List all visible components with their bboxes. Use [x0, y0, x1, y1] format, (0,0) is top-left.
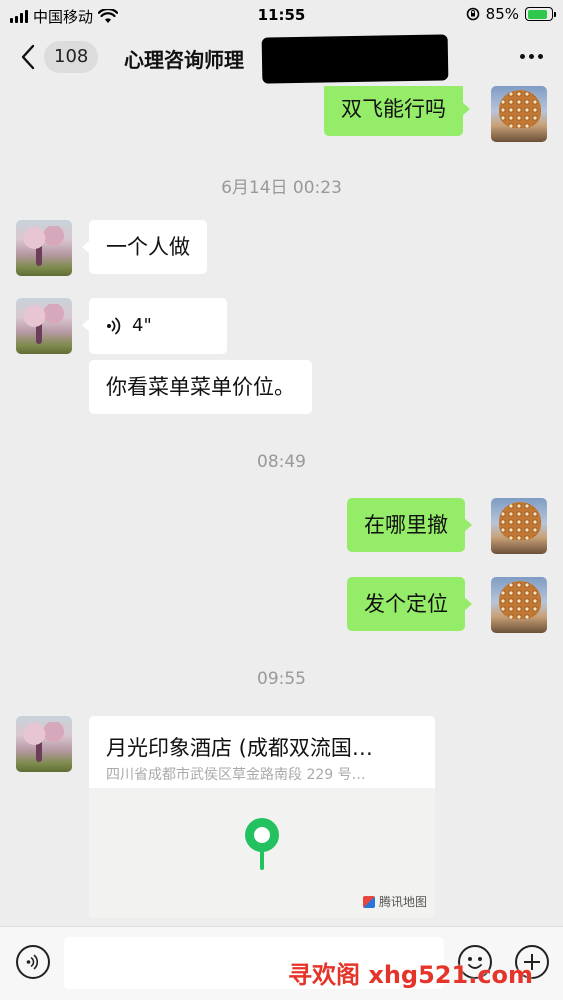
my-avatar[interactable] — [491, 86, 547, 142]
unread-count-badge[interactable]: 108 — [44, 41, 99, 73]
location-message-card[interactable]: 月光印象酒店 (成都双流国… 四川省成都市武侯区草金路南段 229 号… 腾讯地… — [89, 716, 435, 918]
message-bubble-sent[interactable]: 发个定位 — [347, 577, 472, 631]
voice-message[interactable]: 4" — [82, 298, 227, 354]
voice-wave-icon — [107, 317, 121, 335]
redaction-block — [261, 34, 449, 84]
message-list[interactable]: 双飞能行吗 6月14日 00:23 一个人做 4" 你看菜单菜单价位。 08:4… — [0, 86, 563, 926]
message-text: 双飞能行吗 — [341, 97, 446, 121]
input-bar: 寻欢阁 xhg521.com — [0, 926, 563, 1000]
message-text: 一个人做 — [106, 235, 190, 259]
watermark: 寻欢阁 xhg521.com — [288, 961, 534, 989]
location-map-preview[interactable]: 腾讯地图 — [89, 788, 435, 918]
message-text: 发个定位 — [364, 592, 448, 616]
status-right: 85% — [466, 5, 556, 23]
map-attribution: 腾讯地图 — [362, 893, 427, 910]
my-avatar[interactable] — [491, 577, 547, 633]
message-bubble-received[interactable]: 你看菜单菜单价位。 — [89, 360, 312, 414]
location-address: 四川省成都市武侯区草金路南段 229 号… — [106, 767, 366, 783]
chat-header: 108 心理咨询师理 — [0, 30, 563, 86]
message-text: 你看菜单菜单价位。 — [106, 375, 295, 399]
status-bar: 中国移动 11:55 85% — [0, 0, 563, 30]
contact-avatar[interactable] — [16, 298, 72, 354]
rotation-lock-icon — [466, 7, 479, 21]
chevron-left-icon[interactable] — [18, 42, 38, 72]
voice-duration: 4" — [132, 315, 152, 336]
battery-percent: 85% — [485, 5, 519, 23]
message-bubble-sent[interactable]: 双飞能行吗 — [324, 86, 470, 136]
battery-charging-icon — [525, 7, 556, 21]
map-attribution-text: 腾讯地图 — [378, 895, 427, 909]
chat-title: 心理咨询师理 — [124, 48, 244, 72]
voice-icon[interactable] — [16, 945, 50, 979]
message-timestamp: 08:49 — [257, 452, 306, 472]
message-timestamp: 6月14日 00:23 — [221, 178, 342, 198]
tencent-map-logo-icon — [362, 895, 375, 908]
message-bubble-received[interactable]: 一个人做 — [82, 220, 207, 274]
battery-level — [527, 9, 548, 19]
contact-avatar[interactable] — [16, 716, 72, 772]
contact-avatar[interactable] — [16, 220, 72, 276]
location-name: 月光印象酒店 (成都双流国… — [106, 736, 373, 760]
map-pin-icon — [245, 818, 279, 852]
message-bubble-sent[interactable]: 在哪里撤 — [347, 498, 472, 552]
message-timestamp: 09:55 — [257, 669, 306, 689]
my-avatar[interactable] — [491, 498, 547, 554]
map-pin-stem — [260, 848, 264, 870]
message-text: 在哪里撤 — [364, 513, 448, 537]
more-icon[interactable] — [520, 54, 543, 59]
